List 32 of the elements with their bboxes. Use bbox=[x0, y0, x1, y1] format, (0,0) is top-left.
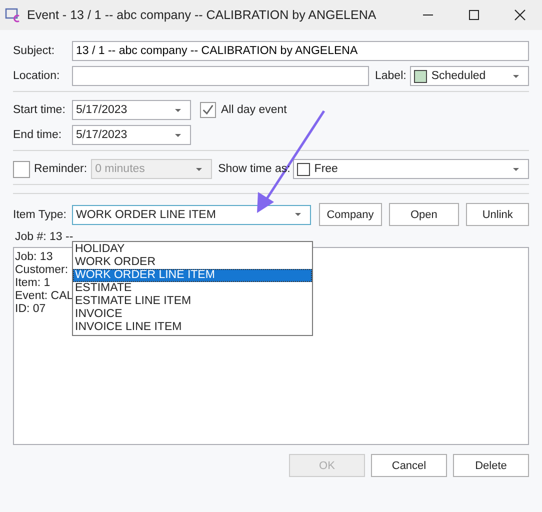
end-time-label: End time: bbox=[13, 129, 63, 141]
item-action-button[interactable]: Unlink bbox=[466, 203, 530, 226]
start-date-dropdown[interactable]: 5/17/2023 bbox=[72, 100, 191, 120]
subject-label: Subject: bbox=[13, 45, 56, 57]
item-action-button[interactable]: Company bbox=[318, 203, 382, 226]
location-field[interactable] bbox=[72, 66, 369, 86]
job-summary: Job #: 13 -- bbox=[15, 231, 74, 244]
reminder-label: Reminder: bbox=[34, 163, 88, 175]
calendar-icon bbox=[5, 7, 21, 23]
item-type-label: Item Type: bbox=[13, 208, 68, 220]
item-type-option[interactable]: INVOICE bbox=[73, 308, 312, 321]
label-label: Label: bbox=[375, 70, 406, 82]
maximize-icon[interactable] bbox=[468, 9, 480, 21]
item-type-option[interactable]: WORK ORDER bbox=[73, 256, 312, 269]
subject-field[interactable]: 13 / 1 -- abc company -- CALIBRATION by ANGELENA bbox=[72, 41, 529, 61]
item-type-dropdown[interactable]: WORK ORDER LINE ITEM bbox=[72, 204, 311, 224]
dialog-button[interactable]: Delete bbox=[453, 454, 529, 477]
close-icon[interactable] bbox=[514, 9, 526, 21]
item-type-option[interactable]: INVOICE LINE ITEM bbox=[73, 321, 312, 334]
show-time-as-dropdown[interactable]: Free bbox=[293, 159, 529, 179]
label-dropdown[interactable]: Scheduled bbox=[410, 66, 529, 86]
all-day-checkbox[interactable] bbox=[200, 102, 216, 118]
item-action-button[interactable]: Open bbox=[388, 203, 460, 226]
window-title: Event - 13 / 1 -- abc company -- CALIBRATION by ANGELENA bbox=[27, 8, 376, 22]
location-label: Location: bbox=[13, 70, 61, 82]
item-type-option[interactable]: ESTIMATE bbox=[73, 282, 312, 295]
dialog-button[interactable]: Cancel bbox=[371, 454, 447, 477]
item-type-option[interactable]: ESTIMATE LINE ITEM bbox=[73, 295, 312, 308]
item-type-option[interactable]: WORK ORDER LINE ITEM bbox=[73, 269, 312, 282]
start-time-label: Start time: bbox=[13, 104, 66, 116]
all-day-label: All day event bbox=[221, 104, 287, 116]
end-date-dropdown[interactable]: 5/17/2023 bbox=[72, 125, 191, 145]
